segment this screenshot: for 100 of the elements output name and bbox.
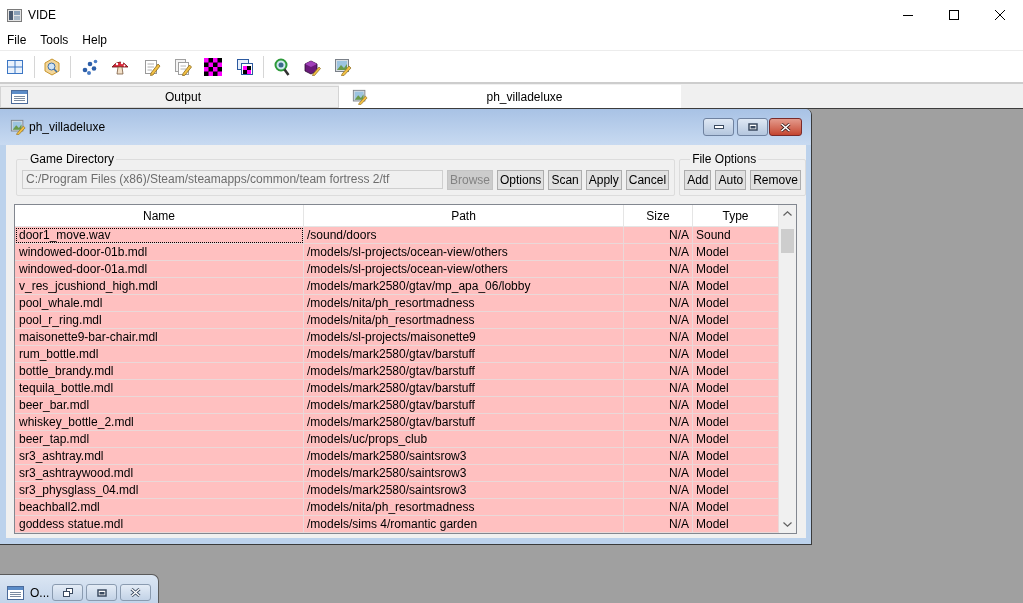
minimize-icon — [713, 125, 724, 129]
list-window-icon — [7, 586, 24, 600]
table-cell: N/A — [624, 227, 693, 244]
table-cell: v_res_jcushiond_high.mdl — [15, 278, 304, 295]
table-cell: /models/mark2580/gtav/mp_apa_06/lobby — [304, 278, 624, 295]
remove-button[interactable]: Remove — [750, 170, 801, 190]
table-cell: N/A — [624, 431, 693, 448]
table-cell: tequila_bottle.mdl — [15, 380, 304, 397]
table-cell: Model — [693, 448, 779, 465]
table-cell: Model — [693, 278, 779, 295]
close-button[interactable] — [120, 584, 152, 601]
notepad-pencil-icon[interactable] — [143, 57, 161, 76]
table-cell: N/A — [624, 363, 693, 380]
app-icon — [7, 8, 22, 22]
table-cell: sr3_ashtray.mdl — [15, 448, 304, 465]
table-cell: Model — [693, 261, 779, 278]
maximize-button[interactable] — [86, 584, 118, 601]
table-cell: /models/mark2580/gtav/barstuff — [304, 380, 624, 397]
table-cell: Sound — [693, 227, 779, 244]
grid-icon[interactable] — [6, 57, 24, 76]
tab[interactable]: ph_villadeluxe — [339, 85, 681, 108]
table-cell: N/A — [624, 261, 693, 278]
table-cell: sr3_physglass_04.mdl — [15, 482, 304, 499]
table-cell: N/A — [624, 380, 693, 397]
table-cell: Model — [693, 312, 779, 329]
group-label: Game Directory — [29, 152, 116, 166]
restore-icon — [62, 588, 73, 597]
table-cell: Model — [693, 414, 779, 431]
hexagon-magnifier-icon[interactable] — [43, 57, 61, 76]
auto-button[interactable]: Auto — [715, 170, 747, 190]
table-cell: /models/mark2580/gtav/barstuff — [304, 363, 624, 380]
table-cell: whiskey_bottle_2.mdl — [15, 414, 304, 431]
table-cell: beer_tap.mdl — [15, 431, 304, 448]
table-cell: Model — [693, 482, 779, 499]
window-title: VIDE — [28, 7, 56, 23]
table-cell: /models/sl-projects/maisonette9 — [304, 329, 624, 346]
table-cell: N/A — [624, 397, 693, 414]
pages-pencil-icon[interactable] — [174, 57, 192, 76]
table-cell: Model — [693, 295, 779, 312]
checkerboard-icon[interactable] — [204, 57, 222, 76]
table-cell: /models/mark2580/gtav/barstuff — [304, 414, 624, 431]
table-cell: Model — [693, 516, 779, 533]
table-cell: /models/mark2580/gtav/barstuff — [304, 397, 624, 414]
table-cell: Model — [693, 244, 779, 261]
scrollbar-thumb[interactable] — [781, 229, 794, 253]
chevron-down-icon — [783, 522, 792, 527]
table-cell: /models/mark2580/gtav/barstuff — [304, 346, 624, 363]
magnifier-icon[interactable] — [273, 57, 291, 76]
table-cell: beachball2.mdl — [15, 499, 304, 516]
table-cell: /models/uc/props_club — [304, 431, 624, 448]
table-cell: rum_bottle.mdl — [15, 346, 304, 363]
table-cell: N/A — [624, 244, 693, 261]
table-cell: /sound/doors — [304, 227, 624, 244]
tab[interactable]: Output — [0, 86, 339, 108]
dots-icon[interactable] — [81, 57, 99, 76]
table-cell: door1_move.wav — [15, 227, 304, 244]
table-cell: /models/sl-projects/ocean-view/others — [304, 244, 624, 261]
picture-pencil-icon[interactable] — [334, 57, 352, 76]
menu-item[interactable]: Tools — [33, 30, 76, 50]
table-cell: N/A — [624, 346, 693, 363]
table-cell: goddess statue.mdl — [15, 516, 304, 533]
table-cell: /models/nita/ph_resortmadness — [304, 499, 624, 516]
table-cell: Model — [693, 499, 779, 516]
window-title: ph_villadeluxe — [29, 119, 106, 135]
table-cell: N/A — [624, 516, 693, 533]
table-cell: pool_whale.mdl — [15, 295, 304, 312]
table-cell: Model — [693, 329, 779, 346]
table-cell: Model — [693, 431, 779, 448]
menu-item[interactable]: File — [0, 30, 34, 50]
table-cell: Model — [693, 465, 779, 482]
table-cell: /models/nita/ph_resortmadness — [304, 295, 624, 312]
table-cell: windowed-door-01a.mdl — [15, 261, 304, 278]
add-button[interactable]: Add — [684, 170, 712, 190]
table-cell: N/A — [624, 312, 693, 329]
minimize-button[interactable] — [703, 118, 734, 136]
table-cell: sr3_ashtraywood.mdl — [15, 465, 304, 482]
table-cell: beer_bar.mdl — [15, 397, 304, 414]
table-cell: /models/sims 4/romantic garden — [304, 516, 624, 533]
table-cell: windowed-door-01b.mdl — [15, 244, 304, 261]
group-label: File Options — [691, 152, 758, 166]
table-cell: /models/mark2580/saintsrow3 — [304, 482, 624, 499]
table-cell: bottle_brandy.mdl — [15, 363, 304, 380]
restore-button[interactable] — [52, 584, 84, 601]
chevron-up-icon — [783, 211, 792, 216]
table-cell: Model — [693, 346, 779, 363]
table-cell: N/A — [624, 465, 693, 482]
table-cell: Model — [693, 363, 779, 380]
close-button[interactable] — [769, 118, 802, 136]
table-cell: /models/nita/ph_resortmadness — [304, 312, 624, 329]
picture-pencil-icon — [352, 88, 368, 105]
close-icon — [780, 122, 791, 132]
table-cell: /models/sl-projects/ocean-view/others — [304, 261, 624, 278]
window-title: O... — [30, 586, 50, 600]
windows-checkerboard-icon[interactable] — [236, 57, 254, 76]
table-cell: Model — [693, 397, 779, 414]
menu-item[interactable]: Help — [75, 30, 115, 50]
close-icon — [130, 588, 142, 597]
table-cell: N/A — [624, 482, 693, 499]
list-window-icon — [11, 90, 28, 104]
minimize-icon — [903, 14, 913, 16]
